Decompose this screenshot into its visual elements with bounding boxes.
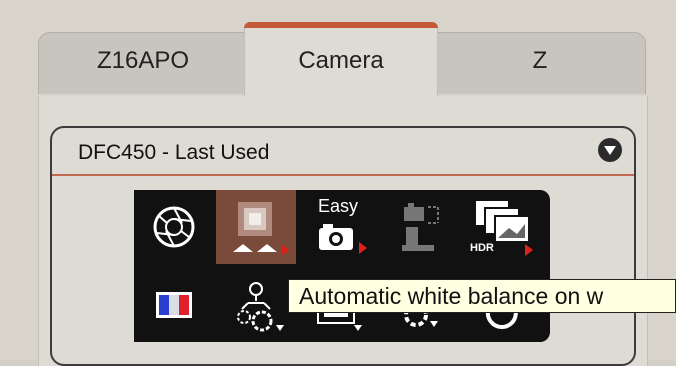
hdr-button[interactable]: HDR: [462, 190, 542, 264]
tab-camera[interactable]: Camera: [244, 22, 438, 100]
camera-stage-button[interactable]: [380, 190, 460, 264]
color-channels-button[interactable]: [134, 268, 214, 342]
aperture-icon: [153, 206, 195, 248]
hdr-label: HDR: [470, 242, 494, 254]
camera-panel-window: Z16APO Z Camera DFC450 - Last Used Easy …: [0, 0, 676, 366]
white-balance-button[interactable]: [216, 190, 296, 264]
group-title: DFC450 - Last Used: [78, 141, 270, 164]
tab-label: Z16APO: [96, 47, 190, 74]
group-header[interactable]: DFC450 - Last Used: [52, 128, 634, 176]
chevron-down-circle-icon[interactable]: [598, 138, 622, 162]
settings-gears-icon: [237, 282, 284, 332]
tab-label: Z: [532, 47, 548, 74]
color-channels-icon: [156, 292, 192, 318]
tab-z16apo[interactable]: Z16APO: [38, 32, 248, 94]
tab-z[interactable]: Z: [434, 32, 646, 94]
white-balance-icon: [233, 202, 289, 256]
aperture-button[interactable]: [134, 190, 214, 264]
tab-bar: Z16APO Z Camera: [0, 0, 676, 100]
settings-gears-button[interactable]: [216, 268, 296, 342]
camera-stage-icon: [402, 203, 439, 251]
easy-capture-button[interactable]: Easy: [298, 190, 378, 264]
easy-capture-icon: [319, 224, 367, 254]
tab-label: Camera: [298, 47, 384, 74]
white-balance-tooltip: Automatic white balance on w: [288, 279, 676, 313]
camera-toolbar: Easy HDR: [134, 190, 550, 342]
